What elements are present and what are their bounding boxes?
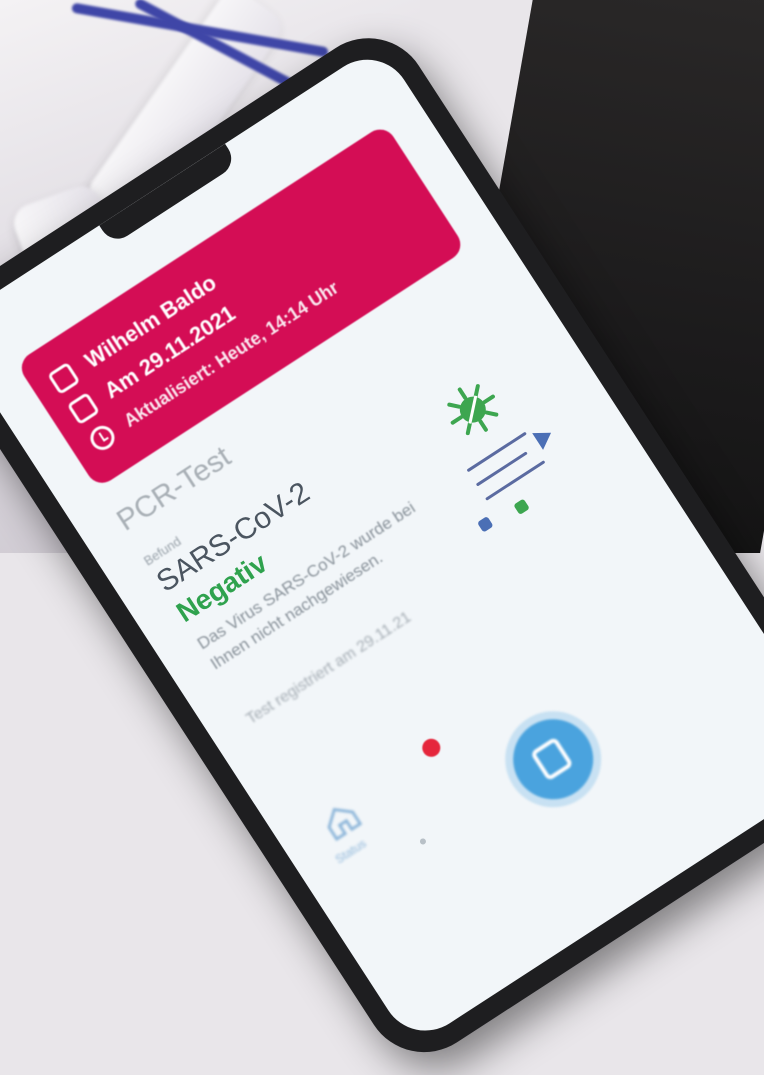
notification-badge [418,735,444,761]
calendar-icon [66,391,101,426]
arrow-icon [532,424,557,450]
virus-icon [447,384,499,436]
scan-button[interactable] [497,703,609,815]
dot-blue [477,516,494,533]
scan-icon [529,736,574,782]
dot-green [513,498,530,516]
person-icon [47,361,81,395]
result-illustration [409,352,591,543]
illustration-line [485,460,546,501]
illustration-line [475,451,528,487]
refresh-icon [85,421,120,455]
nav-dot [418,837,428,846]
